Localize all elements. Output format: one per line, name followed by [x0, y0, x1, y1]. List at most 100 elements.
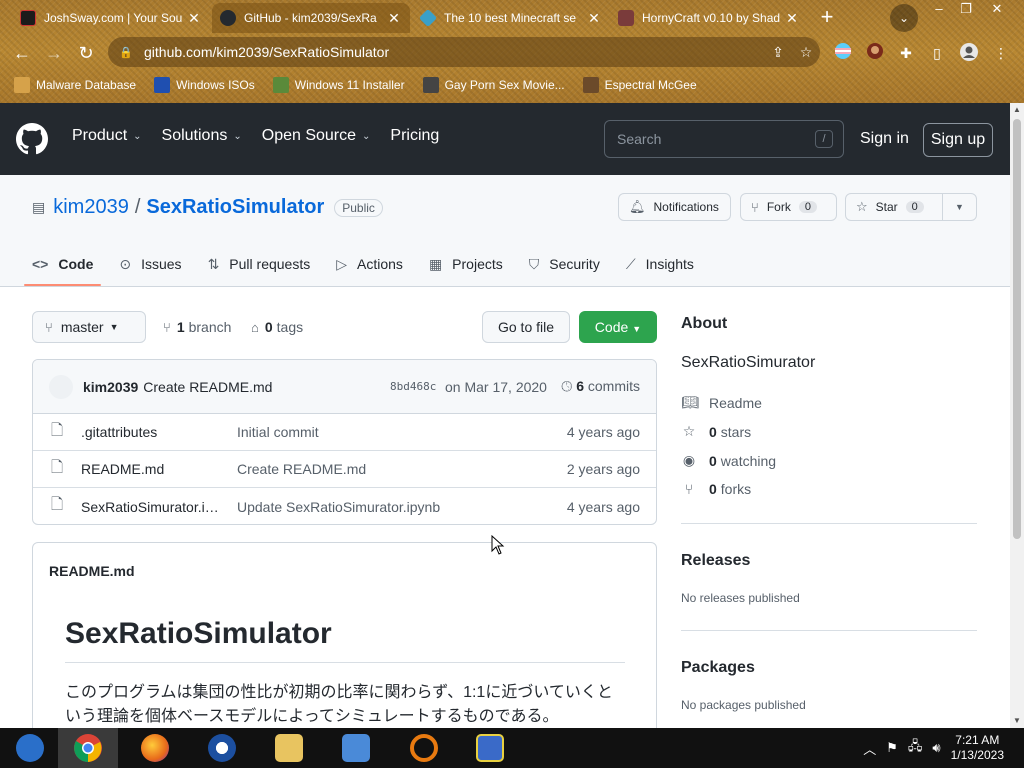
commit-message-link[interactable]: Create README.md [143, 379, 272, 395]
readme-filename[interactable]: README.md [49, 563, 135, 579]
releases-heading[interactable]: Releases [681, 552, 750, 570]
new-tab-icon[interactable]: + [815, 6, 839, 30]
taskbar-app-network[interactable] [326, 728, 386, 768]
system-clock[interactable]: 7:21 AM 1/13/2023 [951, 733, 1004, 763]
star-button[interactable]: ☆ Star 0 [845, 193, 943, 221]
reload-icon[interactable]: ↻ [73, 40, 99, 66]
tab-issues[interactable]: ⊙ Issues [119, 243, 181, 285]
branch-select-button[interactable]: ⑂ master ▼ [32, 311, 146, 343]
forks-link[interactable]: ⑂ 0 forks [681, 481, 751, 497]
nav-product[interactable]: Product ⌄ [72, 127, 142, 145]
sign-up-button[interactable]: Sign up [923, 123, 993, 157]
profile-icon[interactable] [958, 42, 980, 64]
back-icon[interactable]: ← [9, 40, 35, 66]
browser-tab-1[interactable]: JoshSway.com | Your Sou ✕ [12, 3, 210, 33]
tab-close-icon[interactable]: ✕ [386, 10, 402, 27]
star-dropdown-button[interactable]: ▼ [942, 193, 977, 221]
commit-label: commits [587, 378, 640, 394]
browser-tab-3[interactable]: The 10 best Minecraft se ✕ [412, 3, 610, 33]
page-scrollbar[interactable]: ▲ ▼ [1010, 103, 1024, 728]
commits-link[interactable]: 🕓︎ 6 commits [561, 378, 640, 395]
tab-pull-requests[interactable]: ⇅ Pull requests [208, 243, 311, 285]
show-hidden-icons-icon[interactable]: ︿ [863, 739, 876, 758]
avatar[interactable] [49, 374, 73, 399]
repo-icon: ▤ [32, 199, 46, 215]
file-commit-message-link[interactable]: Update SexRatioSimurator.ipynb [237, 499, 440, 515]
github-favicon-icon [220, 10, 236, 26]
taskbar-app-explorer[interactable] [259, 728, 319, 768]
scroll-up-icon[interactable]: ▲ [1010, 103, 1024, 117]
file-age: 2 years ago [566, 461, 640, 477]
extensions-puzzle-icon[interactable]: ✚ [895, 42, 917, 64]
repo-owner-link[interactable]: kim2039 [53, 196, 129, 219]
minimize-icon[interactable]: – [925, 0, 953, 20]
bookmark-windows-11-installer[interactable]: Windows 11 Installer [272, 77, 405, 93]
github-logo-icon[interactable] [16, 123, 48, 155]
browser-tab-2[interactable]: GitHub - kim2039/SexRa ✕ [212, 3, 410, 33]
address-bar[interactable]: 🔒 github.com/kim2039/SexRatioSimulator ⇪… [108, 37, 820, 67]
close-window-icon[interactable]: ✕ [983, 0, 1011, 20]
readme-link[interactable]: 📖︎ Readme [681, 394, 762, 411]
share-icon[interactable]: ⇪ [764, 44, 792, 61]
watchers-link[interactable]: ◉ 0 watching [681, 452, 776, 469]
lock-icon[interactable]: 🔒 [118, 46, 134, 59]
notifications-button[interactable]: 🔔︎ Notifications [618, 193, 731, 221]
nav-solutions[interactable]: Solutions ⌄ [162, 127, 242, 145]
tab-projects[interactable]: ▦ Projects [429, 243, 503, 285]
network-icon[interactable]: 🖧︎ [908, 737, 923, 759]
bookmark-espectral-mcgee[interactable]: Espectral McGee [582, 77, 697, 93]
tab-close-icon[interactable]: ✕ [586, 10, 602, 27]
go-to-file-button[interactable]: Go to file [482, 311, 570, 343]
file-name-link[interactable]: README.md [81, 461, 223, 477]
flag-extension-icon[interactable] [832, 42, 854, 64]
taskbar-app-chrome[interactable] [58, 728, 118, 768]
side-panel-icon[interactable]: ▯ [926, 42, 948, 64]
commit-date[interactable]: on Mar 17, 2020 [445, 379, 547, 395]
chrome-menu-icon[interactable]: ⋮ [990, 42, 1012, 64]
tab-insights[interactable]: ⟋ Insights [626, 243, 694, 285]
nav-open-source[interactable]: Open Source ⌄ [262, 127, 371, 145]
repo-name-link[interactable]: SexRatioSimulator [146, 196, 324, 219]
file-name-link[interactable]: SexRatioSimurator.ipynb [81, 499, 223, 515]
bookmark-malware-database[interactable]: Malware Database [14, 77, 136, 93]
extension-avatar-icon[interactable] [864, 42, 886, 64]
commit-author-link[interactable]: kim2039 [83, 379, 138, 395]
bookmark-movies[interactable]: Gay Porn Sex Movie... [422, 77, 565, 93]
bookmark-star-icon[interactable]: ☆ [792, 44, 820, 61]
github-search-input[interactable]: Search / [604, 120, 844, 158]
taskbar-app-search[interactable] [394, 728, 454, 768]
stars-link[interactable]: ☆ 0 stars [681, 423, 751, 440]
scroll-down-icon[interactable]: ▼ [1010, 714, 1024, 728]
tab-code[interactable]: <> Code [23, 243, 102, 286]
file-commit-message-link[interactable]: Create README.md [237, 461, 366, 477]
tab-search-icon[interactable]: ⌄ [890, 4, 918, 32]
tab-close-icon[interactable]: ✕ [784, 10, 800, 27]
taskbar-app-logo[interactable] [192, 728, 252, 768]
restore-icon[interactable]: ❐ [952, 0, 980, 20]
packages-heading[interactable]: Packages [681, 659, 755, 677]
action-center-flag-icon[interactable]: ⚑ [886, 740, 898, 756]
file-name-link[interactable]: .gitattributes [81, 424, 223, 440]
commit-sha-link[interactable]: 8bd468c [390, 380, 436, 393]
bookmark-favicon-icon [272, 77, 289, 93]
tab-close-icon[interactable]: ✕ [186, 10, 202, 27]
taskbar-app-start[interactable] [0, 728, 60, 768]
nav-pricing[interactable]: Pricing [390, 127, 439, 145]
file-commit-message-link[interactable]: Initial commit [237, 424, 319, 440]
browser-tab-4[interactable]: HornyCraft v0.10 by Shad ✕ [610, 3, 808, 33]
taskbar-app-paint[interactable] [460, 728, 520, 768]
sign-in-link[interactable]: Sign in [860, 130, 909, 148]
branches-link[interactable]: ⑂ 1 branch [163, 319, 231, 335]
heading-divider [65, 662, 625, 663]
tab-label: Pull requests [229, 256, 311, 272]
tab-security[interactable]: ⛉ Security [529, 243, 600, 285]
fork-button[interactable]: ⑂ Fork 0 [740, 193, 837, 221]
taskbar-app-firefox[interactable] [125, 728, 185, 768]
tags-link[interactable]: ⌂ 0 tags [251, 319, 303, 335]
scroll-thumb[interactable] [1013, 119, 1021, 539]
bookmark-windows-isos[interactable]: Windows ISOs [154, 77, 255, 93]
forward-icon[interactable]: → [41, 40, 67, 66]
volume-icon[interactable]: 🔊︎ [932, 740, 940, 756]
code-dropdown-button[interactable]: Code ▼ [579, 311, 657, 343]
tab-actions[interactable]: ▷ Actions [336, 243, 403, 285]
